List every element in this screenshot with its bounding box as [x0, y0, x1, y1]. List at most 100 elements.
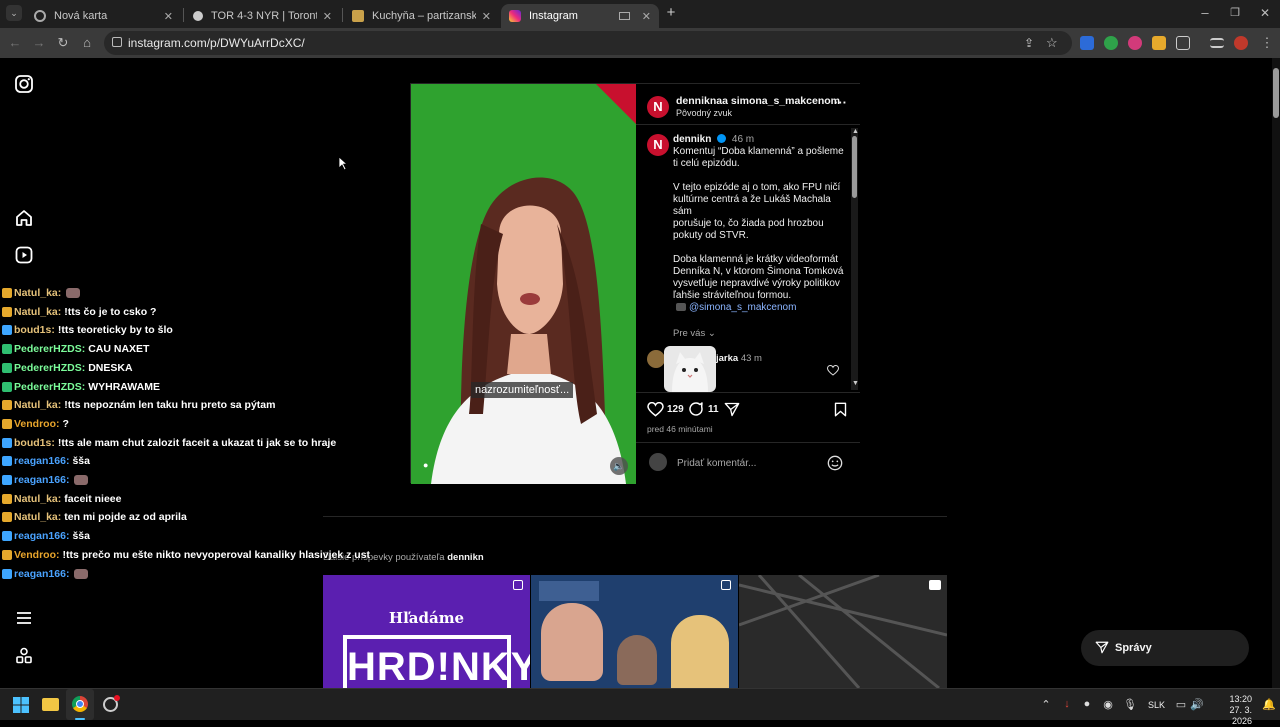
new-tab-button[interactable]: +	[662, 4, 680, 22]
microphone-icon[interactable]: 🎙	[1123, 698, 1137, 712]
home-icon[interactable]	[14, 208, 34, 228]
language-indicator[interactable]: SLK	[1148, 700, 1165, 710]
comment-bubble-icon[interactable]	[688, 401, 704, 417]
audio-label[interactable]: Pôvodný zvuk	[676, 108, 732, 118]
reels-icon[interactable]	[14, 245, 34, 265]
save-bookmark-icon[interactable]	[834, 402, 847, 417]
chat-username[interactable]: Vendroo	[14, 418, 56, 430]
picture-in-picture-icon[interactable]	[618, 12, 630, 20]
chat-username[interactable]: Natul_ka	[14, 493, 58, 505]
close-icon[interactable]: ✕	[323, 10, 332, 23]
scroll-up-arrow[interactable]: ▲	[852, 128, 859, 135]
file-explorer-icon[interactable]	[42, 698, 59, 711]
caption-mention[interactable]: @simona_s_makcenom	[689, 302, 796, 313]
download-icon[interactable]: ↓	[1060, 698, 1074, 712]
network-icon[interactable]: ▭	[1174, 698, 1188, 712]
chat-username[interactable]: Natul_ka	[14, 306, 58, 318]
maximize-button[interactable]: ❐	[1226, 4, 1244, 22]
messages-button[interactable]: Správy	[1081, 630, 1249, 666]
steam-icon[interactable]: ●	[1080, 698, 1094, 712]
install-app-icon[interactable]: ⇪	[1024, 36, 1034, 50]
chat-username[interactable]: reagan166	[14, 455, 66, 467]
chevron-up-icon[interactable]: ⌃	[1039, 698, 1053, 712]
avatar[interactable]: N	[647, 96, 669, 118]
back-button[interactable]: ←	[6, 34, 24, 52]
more-menu-icon[interactable]	[14, 608, 34, 628]
close-icon[interactable]: ✕	[482, 10, 491, 23]
likes-count[interactable]: 129	[667, 404, 684, 415]
chat-text: CAU NAXET	[88, 343, 150, 356]
audio-toggle-icon[interactable]: 🔈	[610, 457, 628, 475]
more-options-icon[interactable]: ···	[834, 95, 847, 110]
reel-video[interactable]: nazrozumiteľnosť... ● 🔈	[411, 84, 636, 484]
chat-separator: :	[56, 417, 60, 430]
add-comment-input[interactable]: Pridať komentár...	[677, 458, 756, 469]
site-info-icon[interactable]	[112, 37, 122, 47]
grid-post[interactable]: Hľadáme HRD!NKY	[323, 575, 530, 688]
chat-username[interactable]: reagan166	[14, 474, 66, 486]
post-header-users[interactable]: denniknaa simona_s_makcenom	[676, 95, 840, 107]
close-icon[interactable]: ✕	[642, 10, 651, 23]
grid-post[interactable]	[739, 575, 947, 688]
also-from-meta-icon[interactable]	[14, 646, 34, 666]
page-scrollbar[interactable]	[1272, 58, 1280, 688]
extension-icon[interactable]	[1104, 36, 1118, 50]
home-button[interactable]: ⌂	[78, 34, 96, 52]
forward-button[interactable]: →	[30, 34, 48, 52]
volume-icon[interactable]: 🔊	[1190, 698, 1204, 712]
share-send-icon[interactable]	[724, 402, 740, 417]
more-posts-user[interactable]: dennikn	[447, 552, 483, 563]
reading-list-icon[interactable]	[1210, 38, 1224, 48]
chat-username[interactable]: boud1s	[14, 324, 51, 336]
notifications-icon[interactable]: 🔔	[1262, 698, 1276, 712]
address-bar[interactable]: instagram.com/p/DWYuArrDcXC/ ⇪ ☆	[104, 31, 1072, 55]
bookmark-star-icon[interactable]: ☆	[1046, 35, 1058, 51]
extension-icon[interactable]	[1080, 36, 1094, 50]
avatar[interactable]	[647, 350, 665, 368]
comments-count[interactable]: 11	[708, 404, 719, 415]
tab-instagram[interactable]: Instagram ✕	[501, 4, 659, 28]
extensions-puzzle-icon[interactable]	[1176, 36, 1190, 50]
pre-vas-toggle[interactable]: Pre vás ⌄	[673, 328, 716, 339]
comment-like-heart-icon[interactable]	[827, 365, 839, 376]
tagged-user-icon[interactable]: ●	[423, 460, 433, 470]
tab-search-button[interactable]: ⌄	[6, 5, 22, 21]
close-icon[interactable]: ✕	[164, 10, 173, 23]
chrome-taskbar-button[interactable]	[66, 689, 94, 720]
chat-username[interactable]: reagan166	[14, 568, 66, 580]
clock[interactable]: 13:20 27. 3. 2026	[1212, 694, 1252, 727]
menu-dots-icon[interactable]: ⋮	[1258, 34, 1276, 52]
tab-nhl[interactable]: TOR 4-3 NYR | Toronto Maple L ✕	[185, 4, 340, 28]
grid-post[interactable]	[531, 575, 738, 688]
tab-new-tab[interactable]: Nová karta ✕	[26, 4, 181, 28]
chat-username[interactable]: Vendroo	[14, 549, 56, 561]
chat-username[interactable]: PedererHZDS	[14, 362, 82, 374]
caption-author[interactable]: dennikn	[673, 134, 711, 145]
extension-icon[interactable]	[1128, 36, 1142, 50]
window-close-button[interactable]: ✕	[1256, 4, 1274, 22]
scroll-down-arrow[interactable]: ▼	[852, 380, 859, 387]
windows-start-icon[interactable]	[13, 697, 29, 713]
chat-username[interactable]: boud1s	[14, 437, 51, 449]
tab-kuchyna[interactable]: Kuchyňa – partizanske.penzion ✕	[344, 4, 499, 28]
chat-username[interactable]: PedererHZDS	[14, 381, 82, 393]
reload-button[interactable]: ↻	[54, 34, 72, 52]
profile-avatar[interactable]	[1234, 36, 1248, 50]
panel-scrollbar[interactable]: ▲ ▼	[851, 128, 859, 390]
vpn-icon[interactable]: ◉	[1101, 698, 1115, 712]
chat-username[interactable]: Natul_ka	[14, 287, 58, 299]
minimize-button[interactable]: –	[1196, 4, 1214, 22]
like-heart-icon[interactable]	[647, 402, 664, 417]
scroll-thumb[interactable]	[852, 136, 857, 198]
divider	[636, 124, 860, 125]
instagram-logo-icon[interactable]	[14, 74, 34, 94]
avatar[interactable]: N	[647, 134, 669, 156]
chat-username[interactable]: reagan166	[14, 530, 66, 542]
chat-username[interactable]: Natul_ka	[14, 399, 58, 411]
chat-username[interactable]: Natul_ka	[14, 511, 58, 523]
extension-icon[interactable]	[1152, 36, 1166, 50]
comment-author[interactable]: jarka	[716, 353, 738, 364]
emoji-icon[interactable]	[827, 455, 843, 471]
scroll-thumb[interactable]	[1273, 68, 1279, 118]
chat-username[interactable]: PedererHZDS	[14, 343, 82, 355]
